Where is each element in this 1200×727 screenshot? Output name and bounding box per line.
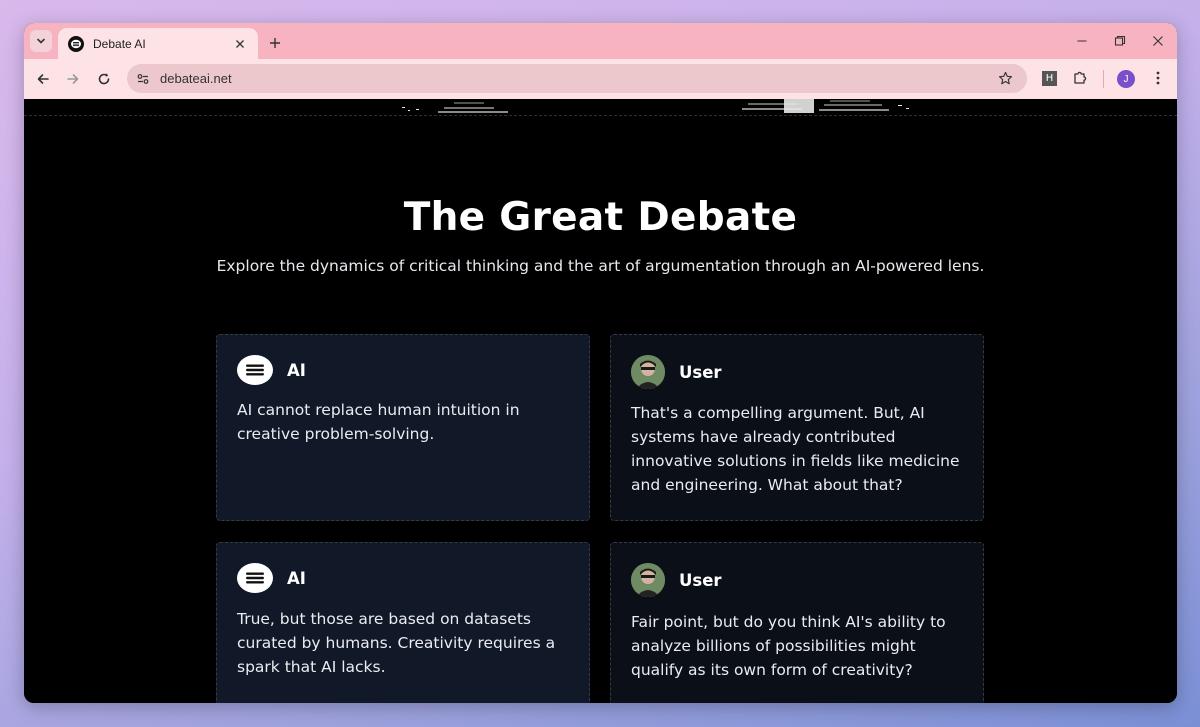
- arrow-left-icon: [37, 74, 49, 84]
- forward-button[interactable]: [62, 68, 84, 90]
- page-content: The Great Debate Explore the dynamics of…: [24, 99, 1177, 703]
- tab-close-button[interactable]: [232, 36, 248, 52]
- close-icon: [236, 39, 244, 48]
- tab-strip: Debate AI: [24, 23, 1177, 59]
- star-icon: [998, 71, 1012, 85]
- card-header: AI: [237, 355, 569, 385]
- browser-window: Debate AI debateai.net H J The Great Deb…: [24, 23, 1177, 703]
- reload-button[interactable]: [93, 68, 115, 90]
- tab-search-button[interactable]: [30, 30, 52, 52]
- kebab-menu-icon: [1156, 71, 1160, 85]
- debate-card-user: User That's a compelling argument. But, …: [610, 334, 984, 521]
- arrow-right-icon: [67, 74, 79, 84]
- tune-icon: [137, 73, 149, 84]
- argument-text: AI cannot replace human intuition in cre…: [237, 401, 520, 443]
- debate-ai-logo-icon: [68, 35, 84, 52]
- card-header: AI: [237, 563, 569, 593]
- tab-title: Debate AI: [93, 36, 146, 51]
- page-title: The Great Debate: [403, 195, 798, 240]
- profile-avatar[interactable]: J: [1117, 70, 1135, 88]
- extensions-button[interactable]: [1070, 68, 1090, 88]
- restore-icon: [1114, 35, 1126, 46]
- speaker-name: User: [679, 362, 722, 382]
- argument-text: That's a compelling argument. But, AI sy…: [631, 404, 960, 494]
- user-avatar: [631, 355, 665, 389]
- speaker-name: User: [679, 570, 722, 590]
- back-button[interactable]: [32, 68, 54, 90]
- window-controls: [1063, 23, 1177, 59]
- tab-debate-ai[interactable]: Debate AI: [58, 28, 258, 59]
- debate-card-ai: AI True, but those are based on datasets…: [216, 542, 590, 703]
- hero-image-edge: [24, 99, 1177, 116]
- close-icon: [1153, 36, 1163, 46]
- card-header: User: [631, 563, 963, 597]
- url-text: debateai.net: [160, 71, 232, 86]
- minimize-icon: [1077, 40, 1087, 42]
- toolbar-divider: [1103, 70, 1104, 88]
- puzzle-icon: [1074, 71, 1087, 84]
- card-header: User: [631, 355, 963, 389]
- ai-logo-icon: [237, 563, 273, 593]
- plus-icon: [270, 38, 280, 48]
- close-window-button[interactable]: [1139, 23, 1177, 59]
- debate-card-ai: AI AI cannot replace human intuition in …: [216, 334, 590, 521]
- minimize-button[interactable]: [1063, 23, 1101, 59]
- new-tab-button[interactable]: [264, 32, 286, 54]
- user-avatar: [631, 563, 665, 597]
- reload-icon: [98, 73, 110, 85]
- bookmark-button[interactable]: [995, 69, 1015, 89]
- argument-text: Fair point, but do you think AI's abilit…: [631, 613, 946, 679]
- ai-logo-icon: [237, 355, 273, 385]
- debate-card-user: User Fair point, but do you think AI's a…: [610, 542, 984, 703]
- speaker-name: AI: [287, 568, 306, 588]
- page-subtitle: Explore the dynamics of critical thinkin…: [216, 257, 985, 275]
- site-info-button[interactable]: [134, 70, 152, 88]
- argument-text: True, but those are based on datasets cu…: [237, 610, 556, 676]
- address-bar[interactable]: debateai.net: [127, 64, 1027, 93]
- restore-button[interactable]: [1101, 23, 1139, 59]
- speaker-name: AI: [287, 360, 306, 380]
- browser-toolbar: debateai.net H J: [24, 59, 1177, 99]
- chevron-down-icon: [37, 38, 45, 44]
- browser-menu-button[interactable]: [1148, 68, 1168, 88]
- extension-h-button[interactable]: H: [1042, 71, 1057, 86]
